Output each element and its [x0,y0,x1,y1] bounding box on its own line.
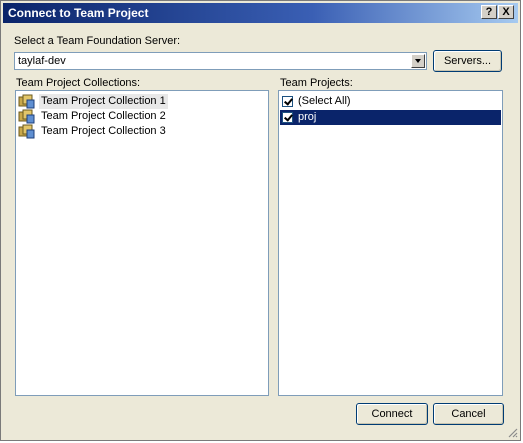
checkbox[interactable] [282,96,293,107]
servers-button[interactable]: Servers... [433,50,502,72]
collections-label: Team Project Collections: [16,77,141,89]
projects-list[interactable]: (Select All) proj [278,90,503,396]
connect-button[interactable]: Connect [356,403,428,425]
server-label: Select a Team Foundation Server: [14,35,181,47]
close-button[interactable]: X [498,5,514,19]
help-button[interactable]: ? [481,5,497,19]
list-item-label: Team Project Collection 3 [41,125,166,137]
resize-grip-icon[interactable] [506,426,518,438]
team-collection-icon [18,94,35,109]
title-bar[interactable]: Connect to Team Project ? X [3,3,518,23]
checkbox[interactable] [282,112,293,123]
projects-label: Team Projects: [280,77,353,89]
window-title: Connect to Team Project [8,6,149,20]
collections-list[interactable]: Team Project Collection 1 Team Project C… [15,90,269,396]
list-item-label: Team Project Collection 1 [39,94,168,109]
server-combobox[interactable]: taylaf-dev [14,52,427,70]
team-collection-icon [18,124,35,139]
project-item-label: proj [298,111,317,123]
connect-dialog: Connect to Team Project ? X Select a Tea… [0,0,521,441]
list-item-label: Team Project Collection 2 [41,110,166,122]
project-item-select-all[interactable]: (Select All) [280,94,501,109]
cancel-button[interactable]: Cancel [433,403,504,425]
team-collection-icon [18,109,35,124]
server-value: taylaf-dev [18,55,66,67]
project-item-label: (Select All) [298,95,351,107]
project-item-proj[interactable]: proj [280,110,501,125]
chevron-down-icon[interactable] [411,54,425,68]
